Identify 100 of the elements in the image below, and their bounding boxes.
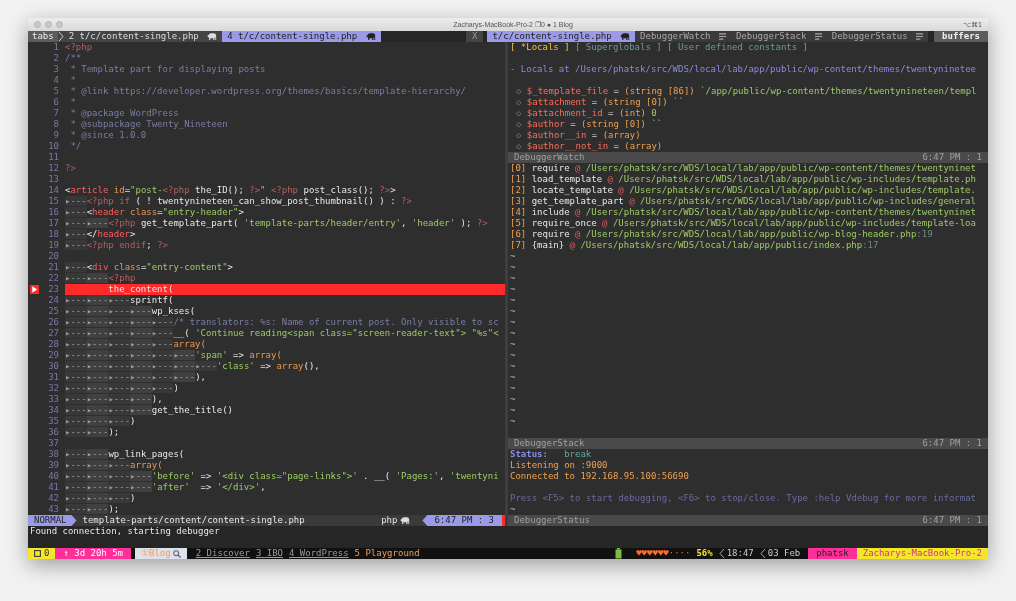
- file-path[interactable]: /Users/phatsk/src/WDS/local/lab/app/public/wp-includes/template.ph: [618, 174, 976, 185]
- variable-name: $attachment: [526, 97, 587, 108]
- code-line: ▸---▸---▸---▸---▸---▸---),: [65, 372, 207, 383]
- equals-sign: =: [570, 119, 576, 130]
- battery-percent: 56%: [696, 548, 714, 559]
- line-number: 6: [52, 97, 60, 108]
- code-line: ▸---▸---▸---sprintf(: [65, 295, 175, 306]
- file-path[interactable]: /Users/phatsk/src/WDS/local/lab/app/public/wp-content/themes/twentyninet: [585, 207, 976, 218]
- buffer-tab[interactable]: 4 t/c/content-single.php: [222, 31, 381, 42]
- at-sign: @: [575, 207, 581, 218]
- line-number: 17: [47, 218, 60, 229]
- equals-sign: =: [591, 130, 598, 141]
- at-sign: @: [569, 240, 575, 251]
- watch-tab[interactable]: [ User defined constants ]: [667, 42, 808, 53]
- elephant-icon: [620, 32, 631, 41]
- window-tab[interactable]: DebuggerWatch: [635, 31, 731, 42]
- line-number: 41: [47, 482, 60, 493]
- code-line: <article id="post-<?php the_ID(); ?>" <?php post_class(); ?>>: [65, 185, 397, 196]
- breakpoint-icon[interactable]: [30, 285, 39, 294]
- watch-tab[interactable]: [ Superglobals ]: [575, 42, 662, 53]
- at-sign: @: [575, 163, 581, 174]
- list-icon: [916, 33, 924, 40]
- window-close-button[interactable]: [34, 21, 41, 28]
- file-path[interactable]: /Users/phatsk/src/WDS/local/lab/app/public/wp-content/themes/twentyninet: [585, 163, 976, 174]
- tmux-window-tab[interactable]: 5 Playground: [351, 548, 423, 559]
- code-line: *: [69, 75, 77, 86]
- close-button[interactable]: X: [466, 31, 484, 42]
- line-number: 27: [47, 328, 60, 339]
- cursor-position: 6:47 PM : 1: [922, 515, 982, 526]
- empty-line-marker: ~: [510, 350, 516, 361]
- function-name: require_once: [531, 218, 597, 229]
- line-number: 38: [47, 449, 60, 460]
- line-number: 43: [47, 504, 60, 515]
- line-number: 33: [47, 394, 60, 405]
- code-line: ▸---▸---▸---): [65, 493, 137, 504]
- frame-index: [6]: [510, 229, 527, 240]
- line-number: 14: [47, 185, 60, 196]
- line-number: 28: [47, 339, 60, 350]
- line-number: 13: [47, 174, 60, 185]
- frame-index: [1]: [510, 174, 527, 185]
- code-line: ▸---<?php if ( ! twentynineteen_can_show_post_thumbnail() ) : ?>: [65, 196, 413, 207]
- line-number: 5: [52, 86, 60, 97]
- diamond-marker: ◇: [516, 130, 522, 141]
- window-zoom-button[interactable]: [56, 21, 63, 28]
- window-minimize-button[interactable]: [45, 21, 52, 28]
- code-line: ▸---▸---wp_link_pages(: [65, 449, 186, 460]
- watch-tab[interactable]: [ *Locals ]: [510, 42, 570, 53]
- line-number: 24: [47, 295, 60, 306]
- elephant-icon: [365, 32, 376, 41]
- code-line: ▸---▸---<?php: [65, 273, 137, 284]
- code-line: ▸---▸---▸---▸---▸---/* translators: %s: Name of current post. Only visible to sc: [65, 317, 500, 328]
- line-number: 23: [47, 284, 60, 295]
- line-number: 42: [47, 493, 60, 504]
- window-tab[interactable]: DebuggerStatus: [826, 31, 929, 42]
- status-message: Connected to 192.168.95.100:56690: [510, 471, 689, 482]
- file-path[interactable]: /Users/phatsk/src/WDS/local/lab/app/public/wp-includes/template.: [629, 185, 976, 196]
- empty-line-marker: ~: [510, 284, 516, 295]
- empty-line-marker: ~: [510, 328, 516, 339]
- code-line: * @subpackage Twenty_Nineteen: [69, 119, 229, 130]
- window-tab[interactable]: t/c/content-single.php: [487, 31, 636, 42]
- code-line: ▸---▸---▸---▸---wp_kses(: [65, 306, 197, 317]
- search-icon: [172, 549, 181, 558]
- battery-icon: [615, 548, 623, 559]
- file-path[interactable]: /Users/phatsk/src/WDS/local/lab/app/public/index.php:17: [580, 240, 879, 251]
- window-tab[interactable]: DebuggerStack: [730, 31, 827, 42]
- tmux-window-tab[interactable]: 4 WordPress: [286, 548, 352, 559]
- locals-heading: - Locals at /Users/phatsk/src/WDS/local/lab/app/public/wp-content/themes/twentyninetee: [510, 64, 976, 75]
- buffers-label: buffers: [934, 31, 988, 42]
- file-path[interactable]: /Users/phatsk/src/WDS/local/lab/app/public/wp-blog-header.php:19: [585, 229, 933, 240]
- code-line: ▸---▸---▸---▸---get_the_title(): [65, 405, 235, 416]
- line-number: 25: [47, 306, 60, 317]
- line-number: 11: [47, 152, 60, 163]
- code-line: ▸---</header>: [65, 229, 137, 240]
- code-line: <?php: [65, 42, 94, 53]
- tmux-window-tab[interactable]: 3 IBO: [252, 548, 286, 559]
- window-icon: [34, 550, 41, 557]
- empty-line-marker: ~: [510, 416, 516, 427]
- line-number: 7: [52, 108, 60, 119]
- mode-indicator: NORMAL: [28, 515, 77, 526]
- buffer-tab[interactable]: 2 t/c/content-single.php: [63, 31, 223, 42]
- line-number: 29: [47, 350, 60, 361]
- code-line: ▸---<header class="entry-header">: [65, 207, 245, 218]
- code-line: ▸---▸---▸---▸---▸---): [65, 383, 180, 394]
- line-number: 20: [47, 251, 60, 262]
- code-line: ▸---▸---);: [65, 504, 121, 515]
- code-line: ▸---▸---<?php get_template_part( 'template-parts/header/entry', 'header' ); ?>: [65, 218, 489, 229]
- code-line: ▸---▸---▸---▸---'before' => '<div class="page-links">' . __( 'Pages:', 'twentyni: [65, 471, 500, 482]
- code-line: ▸---▸---▸---▸---▸---▸---▸---'class' => array(),: [65, 361, 321, 372]
- tmux-window-tab[interactable]: 2 Discover: [192, 548, 253, 559]
- frame-index: [0]: [510, 163, 527, 174]
- code-line: * @package WordPress: [69, 108, 180, 119]
- line-number: 36: [47, 427, 60, 438]
- battery-hearts: ♥♥♥♥♥♥····: [636, 548, 692, 559]
- line-number: 30: [47, 361, 60, 372]
- file-path[interactable]: /Users/phatsk/src/WDS/local/lab/app/public/wp-includes/general: [640, 196, 976, 207]
- diamond-marker: ◇: [516, 97, 522, 108]
- empty-line-marker: ~: [510, 273, 516, 284]
- clock-time: 18:47: [726, 548, 755, 559]
- file-path[interactable]: /Users/phatsk/src/WDS/local/lab/app/public/wp-includes/template-loa: [612, 218, 976, 229]
- empty-line-marker: ~: [510, 372, 516, 383]
